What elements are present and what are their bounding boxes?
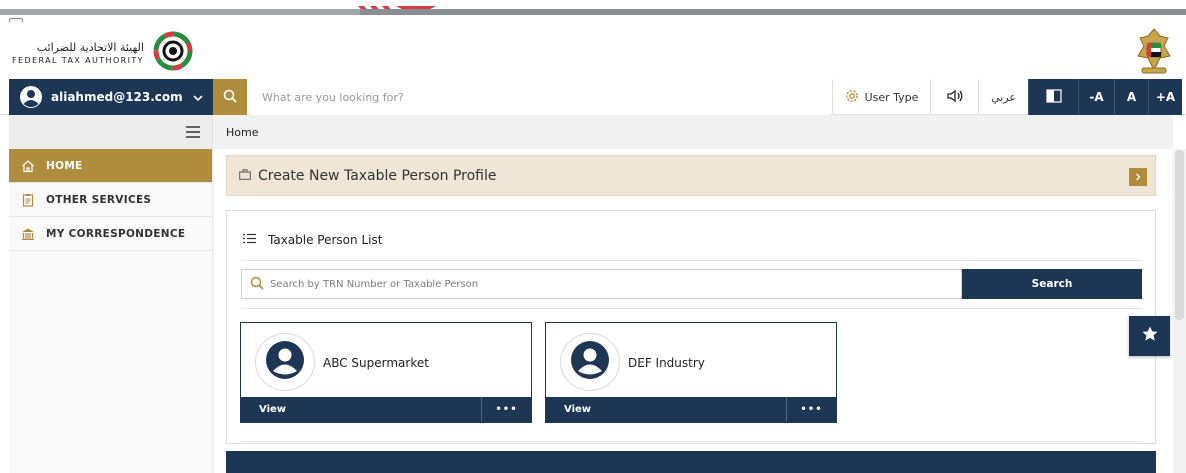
- scrollbar-thumb[interactable]: [1175, 150, 1184, 320]
- page: الهيئة الاتحادية للضرائب FEDERAL TAX AUT…: [0, 0, 1186, 473]
- speaker-icon: [946, 88, 964, 107]
- user-type-button[interactable]: User Type: [832, 79, 930, 115]
- divider: [241, 260, 1142, 261]
- decorative-icon: [456, 466, 470, 473]
- fta-logo[interactable]: الهيئة الاتحادية للضرائب FEDERAL TAX AUT…: [12, 28, 196, 78]
- sidebar-header: [9, 115, 212, 149]
- hamburger-menu-icon[interactable]: [186, 123, 200, 142]
- chevron-down-icon: [193, 92, 203, 102]
- view-button[interactable]: View: [259, 404, 286, 415]
- divider: [241, 308, 1142, 309]
- global-search-input[interactable]: [250, 79, 830, 115]
- more-options-button[interactable]: •••: [481, 397, 531, 422]
- font-increase-button[interactable]: +A: [1148, 79, 1182, 115]
- card-footer: View •••: [241, 397, 531, 422]
- user-avatar-icon: [265, 340, 305, 384]
- search-icon: [250, 275, 264, 294]
- breadcrumb: Home: [213, 115, 1173, 149]
- gear-icon: [845, 89, 865, 106]
- audio-button[interactable]: [930, 79, 978, 115]
- contrast-button[interactable]: [1028, 79, 1078, 115]
- chevron-right-icon: [1134, 169, 1142, 185]
- search-button[interactable]: Search: [962, 269, 1142, 299]
- top-toolbar: aliahmed@123.com User Type عربي: [0, 79, 1186, 115]
- avatar: [255, 333, 315, 391]
- taxable-person-list-panel: Taxable Person List Search ABC Supermark…: [226, 210, 1156, 444]
- create-banner-label: Create New Taxable Person Profile: [258, 167, 497, 184]
- sidebar-item-my-correspondence[interactable]: MY CORRESPONDENCE: [9, 217, 212, 251]
- search-icon: [223, 88, 237, 107]
- card-footer: View •••: [546, 397, 836, 422]
- language-toggle[interactable]: عربي: [978, 79, 1028, 115]
- taxable-person-search[interactable]: [241, 269, 962, 299]
- browser-top-strip-left: [0, 9, 360, 15]
- more-options-button[interactable]: •••: [786, 397, 836, 422]
- favorites-button[interactable]: [1129, 316, 1170, 356]
- global-search-button[interactable]: [213, 79, 247, 115]
- sidebar-item-home[interactable]: HOME: [9, 149, 212, 183]
- sidebar-item-label: HOME: [46, 159, 83, 172]
- view-button[interactable]: View: [564, 404, 591, 415]
- divider: [241, 441, 1142, 442]
- contrast-icon: [1045, 88, 1062, 106]
- user-type-label: User Type: [864, 90, 919, 104]
- list-title: Taxable Person List: [243, 233, 382, 247]
- home-icon: [21, 159, 35, 173]
- bottom-section-band: [226, 451, 1156, 473]
- account-dropdown[interactable]: aliahmed@123.com: [9, 79, 213, 115]
- create-taxable-person-banner[interactable]: Create New Taxable Person Profile: [226, 155, 1156, 196]
- logo-text: الهيئة الاتحادية للضرائب FEDERAL TAX AUT…: [12, 41, 144, 66]
- star-icon: [1141, 325, 1159, 347]
- user-avatar-icon: [570, 340, 610, 384]
- logo-arabic-text: الهيئة الاتحادية للضرائب: [36, 40, 144, 54]
- taxable-person-search-input[interactable]: [270, 278, 950, 290]
- sidebar: HOME OTHER SERVICES MY CORRESPONDENCE: [9, 115, 213, 473]
- sidebar-item-label: OTHER SERVICES: [46, 193, 152, 206]
- logo-english-text: FEDERAL TAX AUTHORITY: [12, 55, 144, 65]
- taxable-person-card[interactable]: DEF Industry View •••: [545, 322, 837, 423]
- taxable-person-name: ABC Supermarket: [323, 356, 429, 370]
- list-icon: [243, 233, 268, 247]
- briefcase-icon: [239, 168, 251, 184]
- sidebar-item-other-services[interactable]: OTHER SERVICES: [9, 183, 212, 217]
- uae-emblem-icon: [1134, 26, 1174, 80]
- fta-logo-icon: [150, 28, 196, 78]
- account-email: aliahmed@123.com: [51, 90, 183, 104]
- taxable-person-card[interactable]: ABC Supermarket View •••: [240, 322, 532, 423]
- create-profile-arrow-button[interactable]: [1129, 168, 1147, 186]
- sidebar-item-label: MY CORRESPONDENCE: [46, 227, 186, 240]
- taxable-person-name: DEF Industry: [628, 356, 705, 370]
- clipboard-icon: [21, 193, 35, 207]
- user-circle-icon: [19, 85, 43, 109]
- bank-icon: [21, 227, 35, 241]
- font-normal-button[interactable]: A: [1114, 79, 1148, 115]
- avatar: [560, 333, 620, 391]
- list-title-text: Taxable Person List: [268, 233, 383, 247]
- banner-decoration: [356, 0, 438, 9]
- breadcrumb-home[interactable]: Home: [226, 126, 258, 139]
- site-header: الهيئة الاتحادية للضرائب FEDERAL TAX AUT…: [0, 22, 1186, 79]
- font-decrease-button[interactable]: -A: [1078, 79, 1114, 115]
